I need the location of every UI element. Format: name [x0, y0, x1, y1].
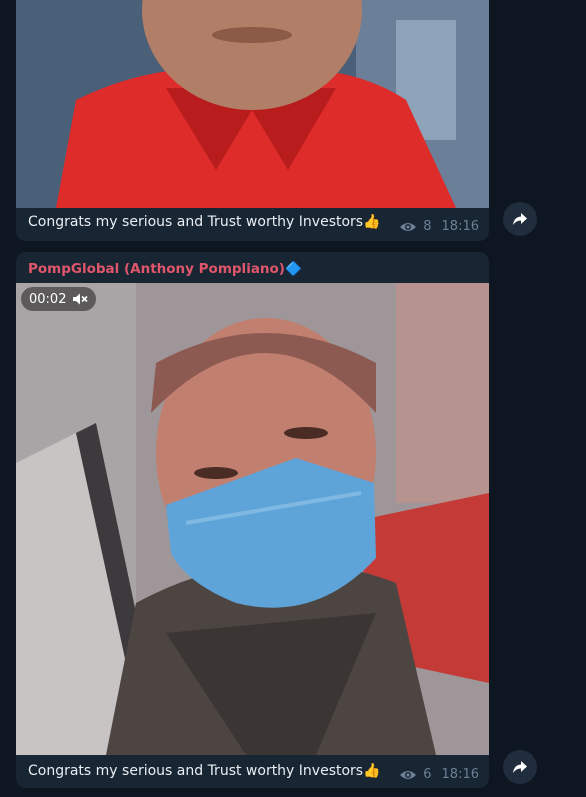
- share-arrow-icon: [513, 761, 527, 773]
- message-bubble: PompGlobal (Anthony Pompliano)🔷 00:02 Co…: [16, 252, 489, 788]
- message-time: 18:16: [441, 767, 479, 782]
- video-time: 00:02: [29, 291, 67, 307]
- video-thumbnail[interactable]: [16, 0, 489, 208]
- share-button[interactable]: [503, 750, 537, 784]
- eye-icon: [400, 770, 417, 779]
- share-button[interactable]: [503, 202, 537, 236]
- message-meta: 6 18:16: [399, 767, 479, 782]
- eye-icon: [400, 222, 417, 231]
- video-frame: [16, 283, 489, 755]
- message-bubble: Congrats my serious and Trust worthy Inv…: [16, 0, 489, 241]
- message-time: 18:16: [441, 219, 479, 234]
- speaker-muted-icon[interactable]: [72, 292, 89, 306]
- view-count: 8: [423, 219, 432, 234]
- share-arrow-icon: [513, 213, 527, 225]
- view-count: 6: [423, 767, 432, 782]
- video-timer[interactable]: 00:02: [21, 287, 97, 311]
- video-frame: [16, 0, 489, 208]
- message-caption: Congrats my serious and Trust worthy Inv…: [28, 214, 381, 230]
- video-player[interactable]: [16, 283, 489, 755]
- message-meta: 8 18:16: [399, 219, 479, 234]
- message-caption: Congrats my serious and Trust worthy Inv…: [28, 763, 381, 779]
- sender-name[interactable]: PompGlobal (Anthony Pompliano)🔷: [28, 261, 302, 277]
